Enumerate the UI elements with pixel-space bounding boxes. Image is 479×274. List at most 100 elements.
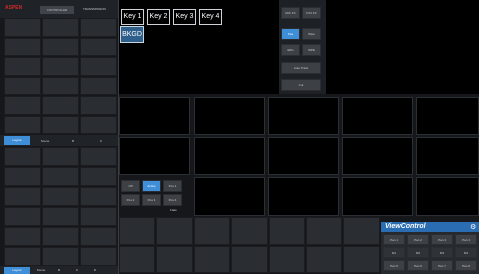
multiview-monitor[interactable] bbox=[342, 177, 413, 216]
view-control-button[interactable]: M4 bbox=[455, 247, 477, 258]
strip-button[interactable] bbox=[119, 245, 156, 273]
view-control-button[interactable]: M2 bbox=[407, 247, 429, 258]
view-control-button[interactable]: Pan 2 bbox=[407, 234, 429, 245]
source-button[interactable] bbox=[80, 115, 117, 134]
tab-d-bottom[interactable]: D bbox=[88, 268, 102, 272]
source-button[interactable] bbox=[4, 167, 41, 186]
effct-button[interactable]: Effct bbox=[281, 44, 300, 56]
tab-c-bottom[interactable]: C bbox=[70, 268, 84, 272]
view-control-button[interactable]: M1 bbox=[383, 247, 405, 258]
controller-tab[interactable]: CONTROLLER bbox=[40, 6, 74, 14]
pos-2-button[interactable]: Pos 2 bbox=[121, 194, 140, 206]
key-2-button[interactable]: Key 2 bbox=[147, 9, 170, 25]
key-4-button[interactable]: Key 4 bbox=[199, 9, 222, 25]
source-button[interactable] bbox=[4, 18, 41, 37]
tab-layout-bottom[interactable]: Layout bbox=[4, 267, 30, 274]
multiview-monitor[interactable] bbox=[268, 97, 339, 135]
source-button[interactable] bbox=[4, 76, 41, 95]
tab-c-mid[interactable]: C bbox=[92, 139, 110, 143]
multiview-monitor[interactable] bbox=[119, 97, 190, 135]
tab-b-mid[interactable]: B bbox=[64, 139, 82, 143]
source-button[interactable] bbox=[42, 247, 79, 266]
source-button[interactable] bbox=[42, 96, 79, 115]
view-control-button[interactable]: Pan 8 bbox=[455, 260, 477, 271]
source-button[interactable] bbox=[80, 96, 117, 115]
source-button[interactable] bbox=[42, 167, 79, 186]
key-3-button[interactable]: Key 3 bbox=[173, 9, 196, 25]
source-button[interactable] bbox=[42, 147, 79, 166]
fx2-fx-button[interactable]: FX2 FX bbox=[302, 7, 321, 19]
view-control-button[interactable]: Pan 6 bbox=[407, 260, 429, 271]
off-button[interactable]: Off bbox=[121, 180, 140, 192]
strip-button[interactable] bbox=[268, 245, 305, 273]
view-control-button[interactable]: Pan 7 bbox=[431, 260, 453, 271]
source-button[interactable] bbox=[42, 227, 79, 246]
source-button[interactable] bbox=[4, 96, 41, 115]
auto-track-button[interactable]: Auto Track bbox=[281, 62, 321, 74]
multiview-monitor[interactable] bbox=[268, 137, 339, 175]
strip-button[interactable] bbox=[343, 217, 380, 245]
source-button[interactable] bbox=[42, 207, 79, 226]
strip-button[interactable] bbox=[193, 217, 231, 245]
source-button[interactable] bbox=[42, 76, 79, 95]
multiview-monitor[interactable] bbox=[268, 177, 339, 216]
source-button[interactable] bbox=[80, 147, 117, 166]
multiview-monitor[interactable] bbox=[342, 97, 413, 135]
key-1-button[interactable]: Key 1 bbox=[121, 9, 144, 25]
tab-layout-mid[interactable]: Layout bbox=[4, 136, 30, 145]
strip-button[interactable] bbox=[193, 245, 231, 273]
source-button[interactable] bbox=[42, 57, 79, 76]
view-control-button[interactable]: M3 bbox=[431, 247, 453, 258]
multiview-monitor[interactable] bbox=[416, 97, 479, 135]
source-button[interactable] bbox=[80, 76, 117, 95]
strip-button[interactable] bbox=[231, 217, 268, 245]
source-button[interactable] bbox=[42, 18, 79, 37]
multiview-monitor[interactable] bbox=[194, 177, 265, 216]
view-control-button[interactable]: Pan 5 bbox=[383, 260, 405, 271]
strip-button[interactable] bbox=[343, 245, 380, 273]
multiview-monitor[interactable] bbox=[194, 137, 265, 175]
source-button[interactable] bbox=[80, 227, 117, 246]
pos-1-button[interactable]: Pos 1 bbox=[163, 180, 182, 192]
active-button[interactable]: Active bbox=[142, 180, 161, 192]
multiview-monitor[interactable] bbox=[342, 137, 413, 175]
source-button[interactable] bbox=[4, 207, 41, 226]
wpe-button[interactable]: WPE bbox=[302, 44, 321, 56]
source-button[interactable] bbox=[80, 167, 117, 186]
strip-button[interactable] bbox=[306, 245, 343, 273]
source-button[interactable] bbox=[4, 57, 41, 76]
settings-gear-icon[interactable]: ⚙ bbox=[470, 223, 476, 231]
strip-button[interactable] bbox=[156, 245, 193, 273]
source-button[interactable] bbox=[4, 37, 41, 56]
strip-button[interactable] bbox=[268, 217, 305, 245]
multiview-monitor[interactable] bbox=[194, 97, 265, 135]
strip-button[interactable] bbox=[119, 217, 156, 245]
multiview-monitor[interactable] bbox=[119, 137, 190, 175]
source-button[interactable] bbox=[42, 37, 79, 56]
multiview-monitor[interactable] bbox=[416, 177, 479, 216]
source-button[interactable] bbox=[4, 247, 41, 266]
tab-b-bottom[interactable]: B bbox=[52, 268, 66, 272]
strip-button[interactable] bbox=[156, 217, 193, 245]
source-button[interactable] bbox=[80, 37, 117, 56]
tab-scene-bottom[interactable]: Scene bbox=[34, 268, 48, 272]
pos-3-button[interactable]: Pos 3 bbox=[142, 194, 161, 206]
strip-button[interactable] bbox=[306, 217, 343, 245]
source-button[interactable] bbox=[4, 147, 41, 166]
source-button[interactable] bbox=[80, 187, 117, 206]
pos-4-button[interactable]: Pos 4 bbox=[163, 194, 182, 206]
mic-fx-button[interactable]: MIC FX bbox=[281, 7, 300, 19]
strip-button[interactable] bbox=[231, 245, 268, 273]
cut-button[interactable]: Cut bbox=[281, 79, 321, 91]
multiview-monitor[interactable] bbox=[416, 137, 479, 175]
source-button[interactable] bbox=[80, 247, 117, 266]
sca-button[interactable]: Sca bbox=[281, 28, 300, 40]
bkgd-button[interactable]: BKGD bbox=[120, 26, 144, 43]
source-button[interactable] bbox=[80, 57, 117, 76]
wipe-button[interactable]: Wipe bbox=[302, 28, 321, 40]
view-control-button[interactable]: Pan 1 bbox=[383, 234, 405, 245]
source-button[interactable] bbox=[4, 115, 41, 134]
source-button[interactable] bbox=[80, 18, 117, 37]
view-control-button[interactable]: Pan 3 bbox=[431, 234, 453, 245]
tab-scene-mid[interactable]: Scene bbox=[36, 139, 54, 143]
